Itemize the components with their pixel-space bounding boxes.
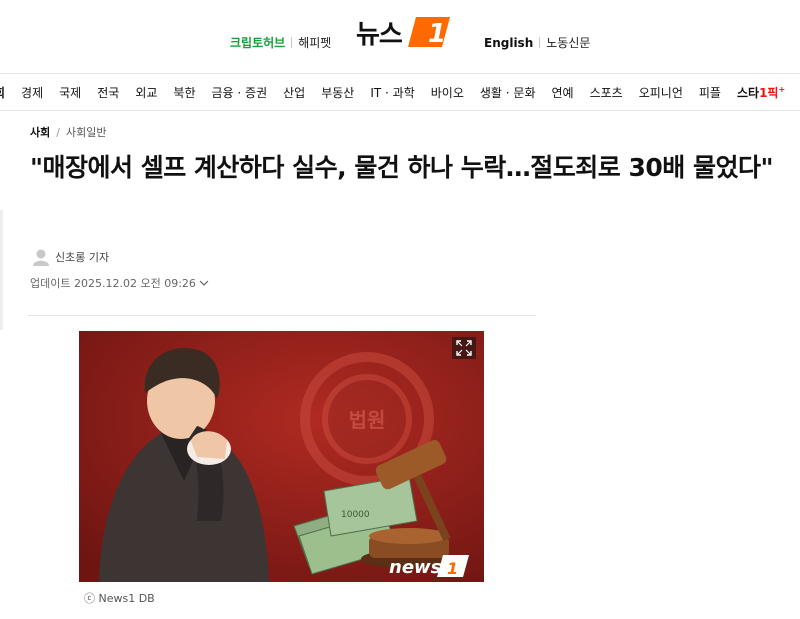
site-header: 크립토허브 해피펫 뉴스 1 English 노동신문 (0, 0, 800, 70)
rodong-link[interactable]: 노동신문 (546, 34, 590, 51)
article-illustration[interactable]: 법원 10000 news 1 (79, 331, 484, 582)
link-divider (539, 37, 541, 48)
star-label-dark: 스타 (736, 85, 760, 100)
article-headline: "매장에서 셀프 계산하다 실수, 물건 하나 누락…절도죄로 30배 물었다" (30, 153, 773, 182)
update-text: 업데이트 2025.12.02 오전 09:26 (30, 277, 196, 290)
news1-logo[interactable]: 뉴스 1 (356, 12, 452, 52)
top-right-links: English 노동신문 (484, 34, 590, 51)
court-label: 법원 (349, 408, 386, 432)
top-left-links: 크립토허브 해피펫 (230, 34, 331, 51)
happypet-link[interactable]: 해피펫 (298, 34, 331, 51)
svg-text:news: news (389, 557, 442, 578)
star-label-red: 1픽 (759, 85, 779, 100)
breadcrumb: 사회 / 사회일반 (30, 124, 106, 140)
left-edge-panel (0, 210, 3, 330)
nav-item-industry[interactable]: 산업 (283, 84, 305, 101)
nav-list: 회 경제 국제 전국 외교 북한 금융 · 증권 산업 부동산 IT · 과학 … (0, 74, 800, 110)
nav-item-opinion[interactable]: 오피니언 (639, 84, 683, 101)
nav-item-national[interactable]: 전국 (97, 84, 119, 101)
image-credit: ⓒ News1 DB (84, 592, 155, 605)
nav-item-north-korea[interactable]: 북한 (173, 84, 195, 101)
nav-item-real-estate[interactable]: 부동산 (321, 84, 354, 101)
english-link[interactable]: English (484, 36, 533, 50)
star-sup: + (778, 84, 786, 94)
reporter-name[interactable]: 신초롱 기자 (55, 249, 109, 265)
nav-item-it-science[interactable]: IT · 과학 (370, 84, 414, 101)
meta-divider (28, 315, 536, 316)
svg-text:10000: 10000 (341, 510, 370, 520)
link-divider (291, 37, 293, 48)
nav-item-diplomacy[interactable]: 외교 (135, 84, 157, 101)
chevron-down-icon (199, 280, 209, 286)
nav-item-life-culture[interactable]: 생활 · 문화 (480, 84, 536, 101)
nav-item-economy[interactable]: 경제 (21, 84, 43, 101)
nav-item-star-pick[interactable]: 스타1픽+ (737, 84, 785, 101)
main-nav: 회 경제 국제 전국 외교 북한 금융 · 증권 산업 부동산 IT · 과학 … (0, 73, 800, 111)
nav-item-bio[interactable]: 바이오 (431, 84, 464, 101)
nav-item-sports[interactable]: 스포츠 (590, 84, 623, 101)
svg-text:1: 1 (447, 559, 458, 578)
logo-wordmark: 뉴스 (356, 19, 403, 50)
byline: 신초롱 기자 (33, 248, 109, 266)
breadcrumb-subsection[interactable]: 사회일반 (66, 124, 106, 140)
nav-item-finance[interactable]: 금융 · 증권 (212, 84, 268, 101)
update-timestamp[interactable]: 업데이트 2025.12.02 오전 09:26 (30, 275, 209, 291)
logo-badge-icon: 1 (407, 17, 450, 49)
crypto-hub-link[interactable]: 크립토허브 (230, 34, 285, 51)
nav-item-people[interactable]: 피플 (699, 84, 721, 101)
nav-item-entertainment[interactable]: 연예 (551, 84, 573, 101)
news1-watermark: news 1 (389, 555, 469, 578)
illustration-graphic: 법원 10000 news 1 (79, 331, 484, 582)
nav-item-society[interactable]: 회 (0, 84, 5, 101)
breadcrumb-separator: / (56, 125, 60, 139)
nav-item-world[interactable]: 국제 (59, 84, 81, 101)
reporter-avatar-icon (33, 249, 49, 266)
breadcrumb-section[interactable]: 사회 (30, 124, 50, 140)
expand-image-button[interactable] (452, 337, 476, 359)
logo-badge-digit: 1 (428, 19, 446, 49)
expand-icon (456, 340, 472, 356)
